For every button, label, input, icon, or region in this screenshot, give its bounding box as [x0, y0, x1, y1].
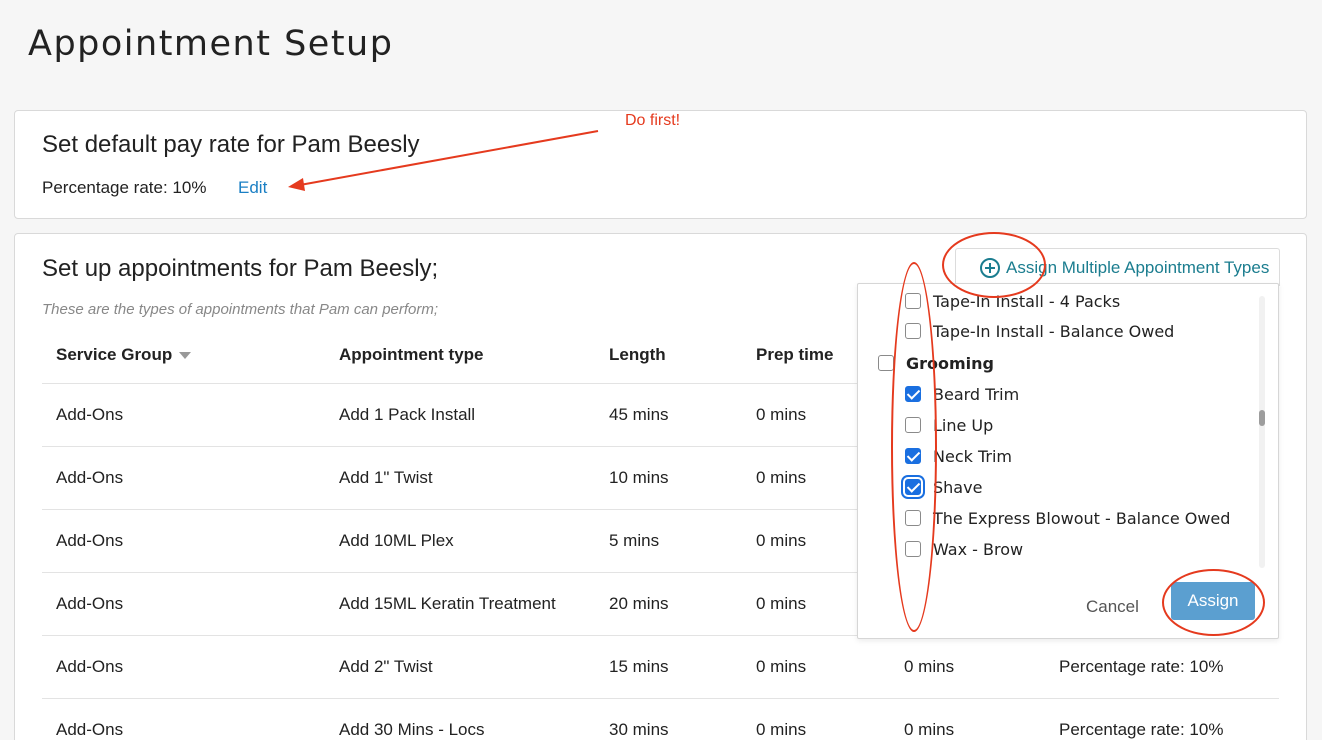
option-beard-trim[interactable]: Beard Trim: [905, 382, 1019, 406]
plus-circle-icon: [980, 257, 1000, 278]
pay-rate-heading: Set default pay rate for Pam Beesly: [42, 131, 420, 158]
page-title: Appointment Setup: [28, 24, 394, 64]
edit-pay-rate-link[interactable]: Edit: [238, 178, 267, 198]
sort-caret-icon: [179, 352, 192, 360]
cell-pay-rate: Percentage rate: 10%: [1045, 635, 1279, 699]
annotation-note: Do first!: [625, 112, 681, 129]
cell-service-group: Add-Ons: [42, 698, 325, 740]
appointment-type-list[interactable]: Tape-In Install - 4 Packs Tape-In Instal…: [858, 284, 1263, 564]
cell-prep-time: 0 mins: [742, 635, 890, 699]
assign-button[interactable]: Assign: [1171, 582, 1255, 620]
cell-service-group: Add-Ons: [42, 635, 325, 699]
option-wax-brow[interactable]: Wax - Brow: [905, 537, 1023, 561]
cell-length: 45 mins: [595, 383, 742, 447]
checkbox[interactable]: [905, 293, 921, 309]
checkbox[interactable]: [905, 323, 921, 339]
assign-multiple-label: Assign Multiple Appointment Types: [1006, 257, 1270, 277]
table-row: Add-Ons Add 2" Twist 15 mins 0 mins 0 mi…: [42, 635, 1279, 699]
group-grooming[interactable]: Grooming: [878, 351, 994, 375]
cell-appointment-type: Add 1 Pack Install: [325, 383, 595, 447]
cell-service-group: Add-Ons: [42, 446, 325, 510]
cell-appointment-type: Add 10ML Plex: [325, 509, 595, 573]
cell-service-group: Add-Ons: [42, 572, 325, 636]
option-shave[interactable]: Shave: [905, 475, 982, 499]
cell-processing-time: 0 mins: [890, 635, 1045, 699]
option-neck-trim[interactable]: Neck Trim: [905, 444, 1012, 468]
assign-appointment-types-dropdown: Tape-In Install - 4 Packs Tape-In Instal…: [857, 283, 1279, 639]
percentage-rate-text: Percentage rate: 10%: [42, 178, 207, 197]
checkbox[interactable]: [905, 541, 921, 557]
checkbox-checked[interactable]: [905, 479, 921, 495]
cell-processing-time: 0 mins: [890, 698, 1045, 740]
column-header-length: Length: [595, 328, 742, 384]
cell-service-group: Add-Ons: [42, 509, 325, 573]
option-tape-in-install-4-packs[interactable]: Tape-In Install - 4 Packs: [905, 289, 1120, 313]
column-header-service-group[interactable]: Service Group: [42, 328, 325, 384]
assign-multiple-button[interactable]: Assign Multiple Appointment Types: [955, 248, 1280, 286]
scrollbar-thumb[interactable]: [1259, 410, 1265, 426]
checkbox-checked[interactable]: [905, 386, 921, 402]
cell-appointment-type: Add 2" Twist: [325, 635, 595, 699]
cell-appointment-type: Add 1" Twist: [325, 446, 595, 510]
cell-appointment-type: Add 15ML Keratin Treatment: [325, 572, 595, 636]
option-express-blowout-balance-owed[interactable]: The Express Blowout - Balance Owed: [905, 506, 1230, 530]
group-checkbox[interactable]: [878, 355, 894, 371]
cell-length: 10 mins: [595, 446, 742, 510]
option-tape-in-install-balance-owed[interactable]: Tape-In Install - Balance Owed: [905, 319, 1174, 343]
option-line-up[interactable]: Line Up: [905, 413, 993, 437]
checkbox[interactable]: [905, 417, 921, 433]
checkbox[interactable]: [905, 510, 921, 526]
cell-length: 5 mins: [595, 509, 742, 573]
cell-length: 15 mins: [595, 635, 742, 699]
checkbox-checked[interactable]: [905, 448, 921, 464]
cancel-button[interactable]: Cancel: [1086, 597, 1139, 617]
dropdown-scrollbar[interactable]: [1259, 296, 1265, 568]
column-header-appointment-type: Appointment type: [325, 328, 595, 384]
cell-length: 30 mins: [595, 698, 742, 740]
cell-pay-rate: Percentage rate: 10%: [1045, 698, 1279, 740]
table-row: Add-Ons Add 30 Mins - Locs 30 mins 0 min…: [42, 698, 1279, 740]
cell-prep-time: 0 mins: [742, 698, 890, 740]
cell-service-group: Add-Ons: [42, 383, 325, 447]
appointments-heading: Set up appointments for Pam Beesly;: [42, 255, 439, 282]
appointments-subtitle: These are the types of appointments that…: [42, 301, 439, 318]
cell-length: 20 mins: [595, 572, 742, 636]
cell-appointment-type: Add 30 Mins - Locs: [325, 698, 595, 740]
